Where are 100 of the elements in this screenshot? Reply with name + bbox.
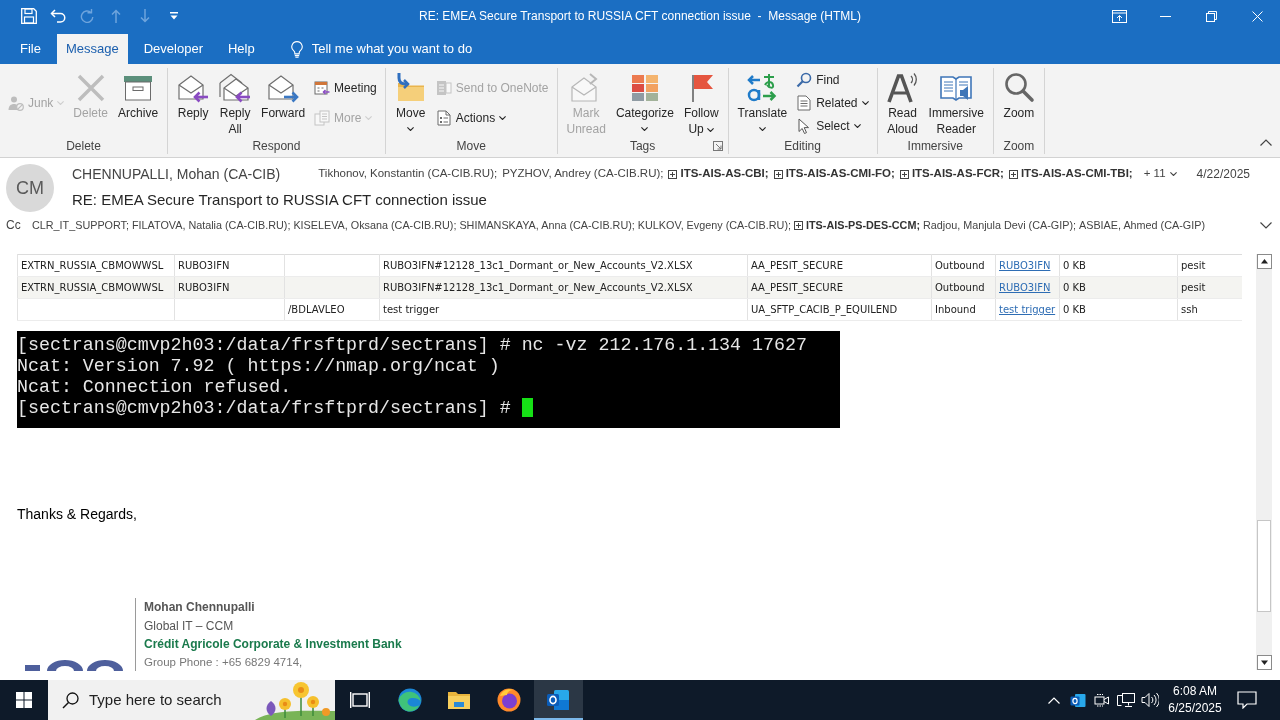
- group-label: Move: [456, 138, 486, 154]
- chevron-down-icon[interactable]: [1260, 221, 1272, 229]
- immersive-reader-button[interactable]: Immersive Reader: [924, 68, 988, 138]
- recipient-group[interactable]: ITS-AIS-PS-DES-CCM;: [806, 216, 920, 234]
- table-link[interactable]: test trigger: [999, 304, 1056, 315]
- recipient-name[interactable]: Radjou, Manjula Devi (CA-GIP);: [923, 216, 1076, 234]
- chevron-up-icon[interactable]: [1260, 139, 1272, 147]
- recipient-name[interactable]: ASBIAE, Ahmed (CA-GIP): [1079, 216, 1205, 234]
- related-button[interactable]: Related: [793, 92, 872, 114]
- recipient-group[interactable]: ITS-AIS-AS-CMI-FO;: [785, 165, 895, 183]
- table-cell: RUBO3IFN: [174, 276, 285, 299]
- terminal-line: Ncat: Connection refused.: [17, 377, 292, 397]
- table-cell: /BDLAVLEO: [284, 298, 380, 321]
- minimize-icon[interactable]: [1159, 15, 1171, 17]
- recipient-name[interactable]: KISELEVA, Oksana (CA-CIB.RU);: [293, 216, 457, 234]
- mail-tile-icon[interactable]: [1070, 692, 1086, 708]
- lightbulb-icon: [290, 40, 303, 58]
- plus-box-icon[interactable]: [668, 169, 678, 179]
- recipient-name[interactable]: FILATOVA, Natalia (CA-CIB.RU);: [132, 216, 291, 234]
- recipient-name[interactable]: SHIMANSKAYA, Anna (CA-CIB.RU);: [459, 216, 635, 234]
- table-link[interactable]: RUBO3IFN: [999, 282, 1051, 293]
- person-blocked-icon: [8, 95, 24, 111]
- table-cell: pesit: [1177, 254, 1242, 277]
- fox-globe-icon: [496, 688, 521, 712]
- recipient-name[interactable]: CLR_IT_SUPPORT;: [32, 216, 129, 234]
- table-cell: EXTRN_RUSSIA_CBMOWWSL: [17, 276, 175, 299]
- group-label: Delete: [66, 138, 101, 154]
- signature-name: Mohan Chennupalli: [144, 599, 256, 616]
- vertical-scrollbar[interactable]: [1256, 254, 1272, 670]
- signature-company: Crédit Agricole Corporate & Investment Bank: [144, 636, 402, 653]
- caret-icon: [1169, 172, 1177, 176]
- plus-box-icon[interactable]: [1008, 169, 1018, 179]
- recipient-name[interactable]: KULKOV, Evgeny (CA-CIB.RU);: [637, 216, 791, 234]
- table-link[interactable]: RUBO3IFN: [999, 260, 1051, 271]
- group-label: Immersive: [907, 138, 963, 154]
- closing-text: Thanks & Regards,: [17, 505, 138, 523]
- recipient-group[interactable]: ITS-AIS-AS-FCR;: [911, 165, 1004, 183]
- cc-label: Cc: [6, 217, 20, 234]
- move-button[interactable]: Move: [390, 68, 431, 138]
- more-recipients-button[interactable]: + 11: [1137, 165, 1177, 183]
- group-label: Editing: [784, 138, 821, 154]
- four-squares-icon[interactable]: [16, 692, 32, 708]
- close-icon[interactable]: [1251, 10, 1263, 22]
- table-cell: test trigger: [379, 298, 748, 321]
- document-list-icon: [435, 110, 452, 127]
- zoom-button[interactable]: Zoom: [998, 68, 1039, 138]
- actions-button[interactable]: Actions: [432, 107, 552, 130]
- plus-box-icon[interactable]: [899, 169, 909, 179]
- search-icon: [796, 72, 813, 88]
- forward-button[interactable]: Forward: [257, 68, 310, 138]
- categorize-button[interactable]: Categorize: [611, 68, 678, 138]
- mail-tile-icon: [546, 689, 571, 711]
- table-cell: Inbound: [931, 298, 996, 321]
- ribbon-tab[interactable]: Developer: [134, 34, 212, 64]
- recipient-name[interactable]: PYZHOV, Andrey (CA-CIB.RU);: [502, 165, 664, 183]
- table-cell: AA_PESIT_SECURE: [747, 276, 932, 299]
- taskbar-app-button[interactable]: [533, 680, 583, 720]
- customize-caret-icon[interactable]: [170, 12, 178, 20]
- read-aloud-button[interactable]: Read Aloud: [882, 68, 923, 138]
- dialog-launcher-icon[interactable]: [712, 141, 723, 151]
- select-button[interactable]: Select: [793, 115, 872, 137]
- follow-up-button[interactable]: Follow Up: [679, 68, 723, 138]
- plus-box-icon[interactable]: [773, 169, 783, 179]
- recipient-group[interactable]: ITS-AIS-AS-CMI-TBI;: [1020, 165, 1133, 183]
- table-cell: pesit: [1177, 276, 1242, 299]
- meeting-button[interactable]: Meeting: [311, 76, 380, 99]
- recipient-group[interactable]: ITS-AIS-AS-CBI;: [680, 165, 769, 183]
- speaker-icon[interactable]: [1141, 692, 1159, 708]
- speech-bubble-icon[interactable]: [1237, 691, 1257, 709]
- ribbon-tab[interactable]: Message: [56, 34, 128, 64]
- ribbon-tab[interactable]: File: [11, 34, 50, 64]
- recipient-name[interactable]: Tikhonov, Konstantin (CA-CIB.RU);: [318, 165, 498, 183]
- ribbon-tab[interactable]: Help: [218, 34, 264, 64]
- table-cell: UA_SFTP_CACIB_P_EQUILEND: [747, 298, 932, 321]
- sender-avatar: CM: [6, 164, 54, 212]
- tell-me-button[interactable]: Tell me what you want to do: [270, 34, 473, 64]
- reply-all-button[interactable]: Reply All: [215, 68, 256, 138]
- undo-arrow-icon[interactable]: [50, 9, 66, 23]
- taskbar-search-bar[interactable]: Type here to search: [48, 680, 335, 720]
- clock-time[interactable]: 6:08 AM: [1162, 683, 1228, 700]
- restore-icon[interactable]: [1205, 10, 1217, 22]
- group-label: Respond: [252, 138, 301, 154]
- search-icon: [62, 691, 79, 709]
- clock-date[interactable]: 6/25/2025: [1162, 700, 1228, 717]
- archive-button[interactable]: Archive: [114, 68, 163, 138]
- plus-box-icon[interactable]: [794, 220, 803, 230]
- scroll-thumb[interactable]: [1257, 520, 1271, 612]
- network-icon[interactable]: [1117, 692, 1135, 708]
- sender-name[interactable]: CHENNUPALLI, Mohan (CA-CIB): [72, 164, 281, 184]
- table-cell: Outbound: [931, 276, 996, 299]
- video-camera-icon[interactable]: [1094, 693, 1110, 707]
- search-input[interactable]: Type here to search: [89, 688, 249, 712]
- letter-a-sound-waves-icon: [886, 72, 919, 104]
- task-view-icon[interactable]: [350, 691, 370, 709]
- reply-button[interactable]: Reply: [173, 68, 214, 138]
- find-button[interactable]: Find: [793, 69, 872, 91]
- table-cell: Outbound: [931, 254, 996, 277]
- translate-button[interactable]: Translate: [733, 68, 792, 138]
- letters-arrows-icon: [746, 72, 779, 104]
- stacked-windows-icon: [314, 110, 331, 127]
